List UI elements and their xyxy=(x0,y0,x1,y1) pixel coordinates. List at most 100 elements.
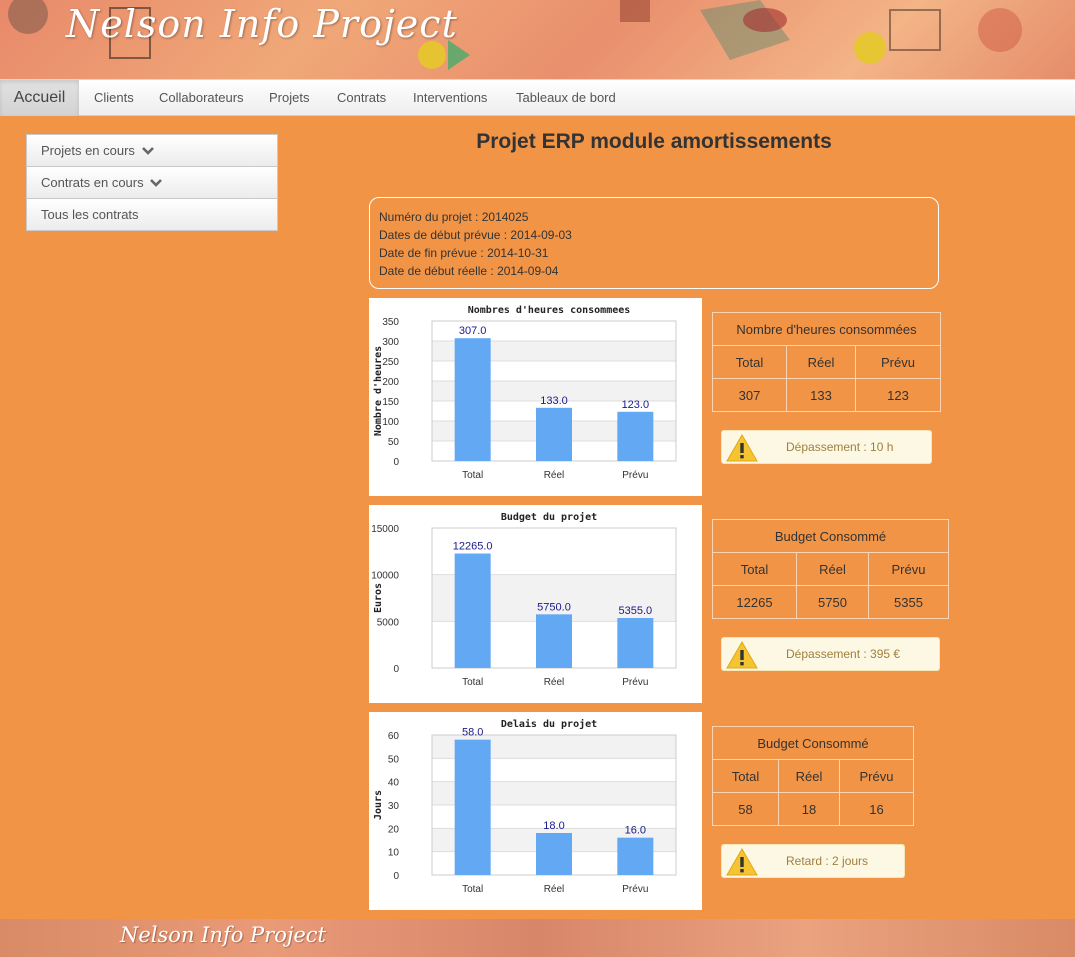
table-title: Nombre d'heures consommées xyxy=(712,312,941,346)
y-tick-label: 0 xyxy=(393,457,399,468)
bar xyxy=(536,614,572,668)
delay-alert: Retard : 2 jours xyxy=(721,844,905,878)
x-tick-label: Total xyxy=(462,677,483,688)
nav-item-clients[interactable]: Clients xyxy=(94,80,134,116)
footer-title: Nelson Info Project xyxy=(120,923,327,947)
sidebar-item-label: Contrats en cours xyxy=(41,175,144,190)
y-tick-label: 30 xyxy=(388,801,400,812)
table-cell: 18 xyxy=(778,792,840,826)
delays-table: Budget Consommé Total Réel Prévu 58 18 1… xyxy=(712,726,914,826)
bar-value-label: 123.0 xyxy=(622,399,650,411)
nav-item-accueil[interactable]: Accueil xyxy=(0,80,79,116)
table-title: Budget Consommé xyxy=(712,519,949,553)
table-header: Total xyxy=(712,345,787,379)
y-tick-label: 150 xyxy=(382,397,399,408)
chart-budget-panel: 0 5000 10000 15000 Budget du projet Euros 1226… xyxy=(369,505,702,703)
y-tick-label: 5000 xyxy=(377,617,400,628)
footer: Nelson Info Project xyxy=(0,919,1075,957)
sidebar-item-label: Tous les contrats xyxy=(41,207,139,222)
bar-value-label: 307.0 xyxy=(459,325,487,337)
bar xyxy=(454,739,491,875)
table-cell: 307 xyxy=(712,378,787,412)
bar xyxy=(536,833,572,875)
site-title: Nelson Info Project xyxy=(66,2,458,46)
info-actual-start: Date de début réelle : 2014-09-04 xyxy=(379,264,559,278)
chart-title: Nombres d'heures consommees xyxy=(468,305,631,316)
y-tick-label: 50 xyxy=(388,754,400,765)
x-tick-label: Prévu xyxy=(622,677,648,688)
info-project-number: Numéro du projet : 2014025 xyxy=(379,210,529,224)
table-cell: 12265 xyxy=(712,585,797,619)
nav-item-interventions[interactable]: Interventions xyxy=(413,80,487,116)
y-tick-label: 10000 xyxy=(371,571,399,582)
bar xyxy=(454,553,491,668)
y-tick-label: 350 xyxy=(382,317,399,328)
warning-icon xyxy=(726,848,758,876)
alert-text: Retard : 2 jours xyxy=(786,854,869,868)
bar-value-label: 58.0 xyxy=(462,727,483,739)
y-tick-label: 0 xyxy=(393,664,399,675)
sidebar: Projets en cours Contrats en cours Tous … xyxy=(26,134,278,231)
chart-delays-panel: 0 10 20 30 40 50 60 Delais du projet Jours 58.0 To… xyxy=(369,712,702,910)
y-tick-label: 50 xyxy=(388,437,400,448)
bar-value-label: 5750.0 xyxy=(537,601,571,613)
y-tick-label: 20 xyxy=(388,824,400,835)
table-header: Réel xyxy=(786,345,856,379)
table-header: Réel xyxy=(796,552,869,586)
bar xyxy=(454,338,491,461)
sidebar-item-projets-en-cours[interactable]: Projets en cours xyxy=(26,134,278,167)
x-tick-label: Réel xyxy=(544,677,565,688)
table-header: Total xyxy=(712,759,779,793)
table-cell: 5750 xyxy=(796,585,869,619)
y-tick-label: 10 xyxy=(388,848,400,859)
header-banner: Nelson Info Project xyxy=(0,0,1075,79)
bar-value-label: 133.0 xyxy=(540,395,568,407)
chart-budget: 0 5000 10000 15000 Budget du projet Euros 1226… xyxy=(371,511,677,688)
nav-item-contrats[interactable]: Contrats xyxy=(337,80,386,116)
nav-item-tableaux-de-bord[interactable]: Tableaux de bord xyxy=(516,80,616,116)
bar-value-label: 5355.0 xyxy=(619,605,653,617)
table-cell: 58 xyxy=(712,792,779,826)
hours-overrun-alert: Dépassement : 10 h xyxy=(721,430,932,464)
chart-hours: 0 50 100 150 200 250 300 350 Nombres d'heures co… xyxy=(373,305,677,481)
x-tick-label: Total xyxy=(462,470,483,481)
x-tick-label: Prévu xyxy=(622,884,648,895)
table-cell: 133 xyxy=(786,378,856,412)
sidebar-item-contrats-en-cours[interactable]: Contrats en cours xyxy=(26,167,278,199)
bar-value-label: 18.0 xyxy=(543,820,564,832)
bar xyxy=(617,837,654,875)
table-header: Prévu xyxy=(868,552,949,586)
chart-title: Delais du projet xyxy=(501,718,597,730)
sidebar-item-tous-les-contrats[interactable]: Tous les contrats xyxy=(26,199,278,231)
y-tick-label: 15000 xyxy=(371,524,399,535)
nav-item-collaborateurs[interactable]: Collaborateurs xyxy=(159,80,244,116)
warning-icon xyxy=(726,641,758,669)
table-cell: 5355 xyxy=(868,585,949,619)
bar xyxy=(536,407,572,461)
project-info-box: Numéro du projet : 2014025 Dates de débu… xyxy=(369,197,939,289)
y-tick-label: 100 xyxy=(382,417,399,428)
budget-overrun-alert: Dépassement : 395 € xyxy=(721,637,940,671)
chevron-down-icon xyxy=(141,147,154,155)
page-title: Projet ERP module amortissements xyxy=(476,130,832,153)
y-tick-label: 250 xyxy=(382,357,399,368)
y-axis-label: Nombre d'heures xyxy=(373,346,384,436)
bar-value-label: 16.0 xyxy=(625,825,646,837)
sidebar-item-label: Projets en cours xyxy=(41,143,135,158)
x-tick-label: Total xyxy=(462,884,483,895)
chevron-down-icon xyxy=(150,179,163,187)
x-tick-label: Réel xyxy=(544,884,565,895)
y-tick-label: 60 xyxy=(388,731,400,742)
table-title: Budget Consommé xyxy=(712,726,914,760)
hours-table: Nombre d'heures consommées Total Réel Pr… xyxy=(712,312,941,412)
y-tick-label: 200 xyxy=(382,377,399,388)
x-tick-label: Prévu xyxy=(622,470,648,481)
table-cell: 16 xyxy=(839,792,914,826)
table-header: Prévu xyxy=(839,759,914,793)
table-header: Réel xyxy=(778,759,840,793)
budget-table: Budget Consommé Total Réel Prévu 12265 5… xyxy=(712,519,949,619)
chart-title: Budget du projet xyxy=(501,511,597,523)
nav-item-projets[interactable]: Projets xyxy=(269,80,309,116)
x-tick-label: Réel xyxy=(544,470,565,481)
alert-text: Dépassement : 395 € xyxy=(786,647,901,661)
